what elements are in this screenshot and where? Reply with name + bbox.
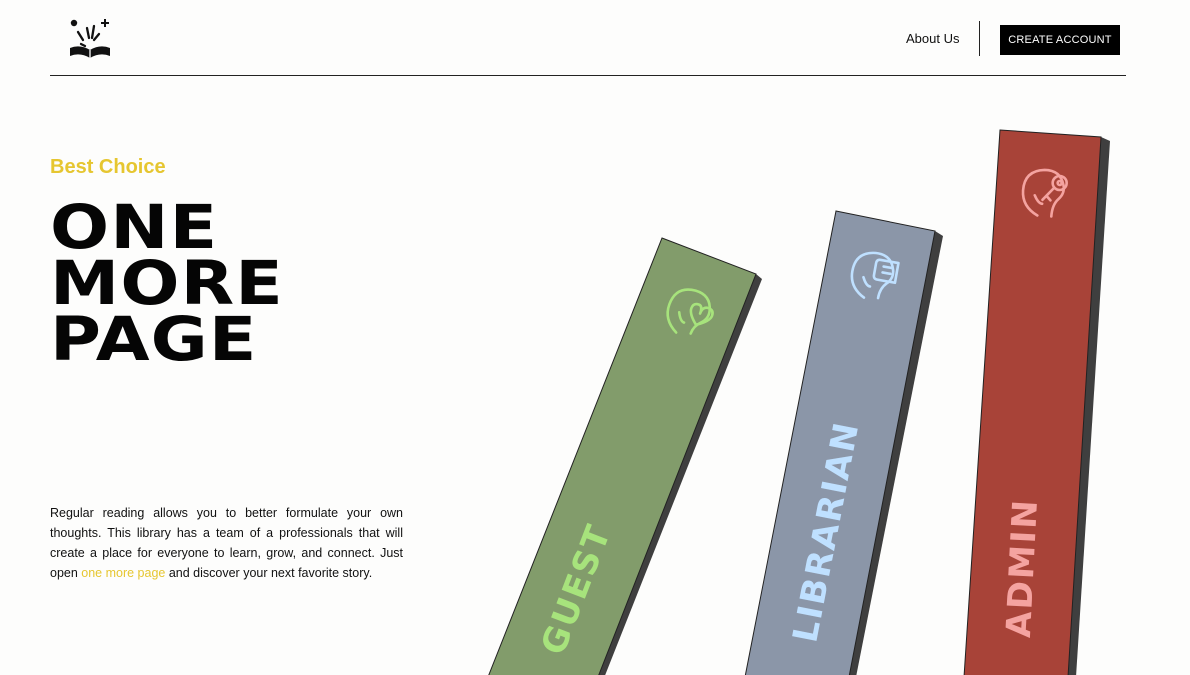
guest-book[interactable]: GUEST (488, 237, 762, 675)
role-books-illustration: GUEST LIBRARIAN ADMIN (488, 129, 1110, 675)
librarian-book[interactable]: LIBRARIAN (744, 210, 943, 675)
admin-book[interactable]: ADMIN (963, 129, 1110, 675)
page: About Us CREATE ACCOUNT Best Choice ONE … (0, 0, 1190, 675)
guest-book-spine (488, 237, 757, 675)
admin-book-label: ADMIN (999, 497, 1046, 638)
